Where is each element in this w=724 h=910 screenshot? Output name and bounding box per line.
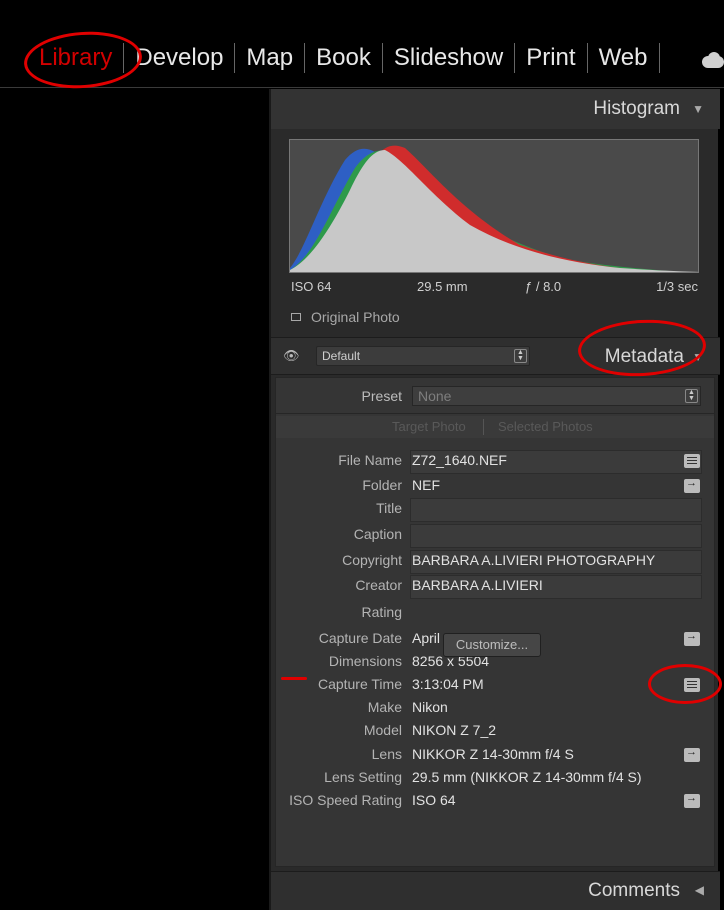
metadata-view-value: Default bbox=[322, 349, 361, 363]
module-separator bbox=[658, 43, 660, 73]
histogram-aperture: ƒ / 8.0 bbox=[525, 279, 562, 294]
select-stepper-icon[interactable]: ▲ ▼ bbox=[685, 389, 698, 403]
metadata-row-iso: ISO Speed Rating ISO 64 bbox=[276, 790, 714, 812]
original-photo-label: Original Photo bbox=[311, 309, 400, 325]
histogram-graph[interactable] bbox=[289, 139, 699, 273]
metadata-label: Capture Time bbox=[317, 676, 402, 692]
metadata-label: Rating bbox=[361, 604, 402, 620]
go-to-iso-icon[interactable] bbox=[684, 792, 700, 808]
metadata-row-make: Make Nikon bbox=[276, 697, 714, 719]
metadata-label: ISO Speed Rating bbox=[289, 792, 402, 808]
module-develop[interactable]: Develop bbox=[124, 40, 234, 76]
module-picker-bar: Library Develop Map Book Slideshow Print… bbox=[0, 0, 724, 88]
title-field[interactable] bbox=[410, 498, 702, 522]
module-web[interactable]: Web bbox=[588, 40, 659, 76]
checkbox-icon[interactable] bbox=[291, 313, 301, 321]
select-stepper-icon[interactable]: ▲ ▼ bbox=[514, 349, 527, 363]
module-map[interactable]: Map bbox=[235, 40, 304, 76]
eye-icon[interactable]: 👁 bbox=[283, 348, 300, 364]
expand-triangle-icon[interactable]: ◀ bbox=[695, 883, 704, 897]
tab-target-photo[interactable]: Target Photo bbox=[392, 419, 466, 434]
metadata-label: Creator bbox=[355, 577, 402, 593]
module-print[interactable]: Print bbox=[515, 40, 586, 76]
metadata-value: NIKKOR Z 14-30mm f/4 S bbox=[412, 746, 574, 762]
metadata-row-folder: Folder NEF bbox=[276, 475, 714, 497]
histogram-title: Histogram bbox=[593, 98, 680, 119]
module-list: Library Develop Map Book Slideshow Print… bbox=[28, 40, 660, 76]
metadata-row-rating: Rating bbox=[276, 602, 714, 624]
metadata-value: ISO 64 bbox=[412, 792, 456, 808]
tab-selected-photos[interactable]: Selected Photos bbox=[498, 419, 593, 434]
comments-title: Comments bbox=[588, 880, 680, 901]
metadata-row-title: Title bbox=[276, 498, 714, 522]
metadata-value: NIKON Z 7_2 bbox=[412, 722, 497, 738]
metadata-label: File Name bbox=[338, 452, 402, 468]
metadata-value: Z72_1640.NEF bbox=[412, 452, 507, 468]
metadata-value: BARBARA A.LIVIERI bbox=[412, 577, 543, 593]
metadata-label: Capture Date bbox=[318, 630, 402, 646]
metadata-label: Lens bbox=[371, 746, 402, 762]
metadata-label: Lens Setting bbox=[324, 769, 402, 785]
metadata-value: 3:13:04 PM bbox=[412, 676, 484, 692]
tab-separator bbox=[483, 419, 484, 435]
metadata-label: Caption bbox=[353, 526, 402, 542]
metadata-row-copyright: Copyright BARBARA A.LIVIERI PHOTOGRAPHY bbox=[276, 550, 714, 574]
preset-label: Preset bbox=[361, 388, 402, 404]
metadata-label: Dimensions bbox=[328, 653, 402, 669]
collapse-triangle-icon[interactable]: ▼ bbox=[692, 350, 704, 364]
go-to-date-icon[interactable] bbox=[684, 630, 700, 646]
metadata-body: Preset None ▲ ▼ Target Photo Selected Pho… bbox=[275, 377, 715, 867]
module-library[interactable]: Library bbox=[28, 40, 123, 76]
metadata-row-file-name: File Name Z72_1640.NEF bbox=[276, 450, 714, 474]
metadata-row-caption: Caption bbox=[276, 524, 714, 548]
histogram-focal-length: 29.5 mm bbox=[417, 279, 468, 294]
go-to-lens-icon[interactable] bbox=[684, 746, 700, 762]
histogram-iso: ISO 64 bbox=[291, 279, 332, 294]
module-book[interactable]: Book bbox=[305, 40, 382, 76]
module-slideshow[interactable]: Slideshow bbox=[383, 40, 514, 76]
list-icon[interactable] bbox=[684, 454, 700, 468]
customize-button[interactable]: Customize... bbox=[443, 633, 541, 657]
histogram-shutter: 1/3 sec bbox=[656, 279, 698, 294]
cloud-sync-icon[interactable] bbox=[698, 52, 724, 68]
metadata-title: Metadata bbox=[604, 346, 684, 367]
metadata-row-creator: Creator BARBARA A.LIVIERI bbox=[276, 575, 714, 599]
edit-capture-time-icon[interactable] bbox=[684, 678, 700, 692]
annotation-dash bbox=[281, 677, 307, 680]
go-to-folder-icon[interactable] bbox=[684, 477, 700, 493]
metadata-value: 29.5 mm (NIKKOR Z 14-30mm f/4 S) bbox=[412, 769, 642, 785]
metadata-value: NEF bbox=[412, 477, 440, 493]
preset-value: None bbox=[418, 388, 452, 404]
metadata-label: Folder bbox=[362, 477, 402, 493]
right-panel: Histogram ▼ ISO 64 29.5 mm ƒ / 8.0 1/3 s… bbox=[269, 89, 720, 910]
metadata-label: Make bbox=[367, 699, 402, 715]
metadata-row-lens: Lens NIKKOR Z 14-30mm f/4 S bbox=[276, 744, 714, 766]
preset-select[interactable]: None ▲ ▼ bbox=[412, 386, 701, 406]
metadata-target-tabs: Target Photo Selected Photos bbox=[276, 416, 714, 438]
histogram-header[interactable]: Histogram ▼ bbox=[271, 89, 720, 129]
original-photo-toggle[interactable]: Original Photo bbox=[291, 309, 400, 325]
metadata-row-model: Model NIKON Z 7_2 bbox=[276, 720, 714, 742]
comments-header[interactable]: Comments ◀ bbox=[271, 871, 720, 910]
metadata-value: Nikon bbox=[412, 699, 448, 715]
metadata-row-capture-time: Capture Time 3:13:04 PM bbox=[276, 674, 714, 696]
metadata-label: Model bbox=[363, 722, 402, 738]
collapse-triangle-icon[interactable]: ▼ bbox=[692, 102, 704, 116]
preset-row: Preset None ▲ ▼ bbox=[276, 378, 714, 414]
caption-field[interactable] bbox=[410, 524, 702, 548]
metadata-row-lens-setting: Lens Setting 29.5 mm (NIKKOR Z 14-30mm f… bbox=[276, 767, 714, 789]
metadata-label: Title bbox=[376, 500, 402, 516]
metadata-value: BARBARA A.LIVIERI PHOTOGRAPHY bbox=[412, 552, 656, 568]
metadata-view-select[interactable]: Default ▲ ▼ bbox=[316, 346, 530, 366]
histogram-svg bbox=[290, 145, 698, 272]
metadata-header[interactable]: 👁 Default ▲ ▼ Metadata ▼ bbox=[271, 337, 720, 375]
histogram-exif-row: ISO 64 29.5 mm ƒ / 8.0 1/3 sec bbox=[271, 279, 720, 299]
metadata-label: Copyright bbox=[342, 552, 402, 568]
